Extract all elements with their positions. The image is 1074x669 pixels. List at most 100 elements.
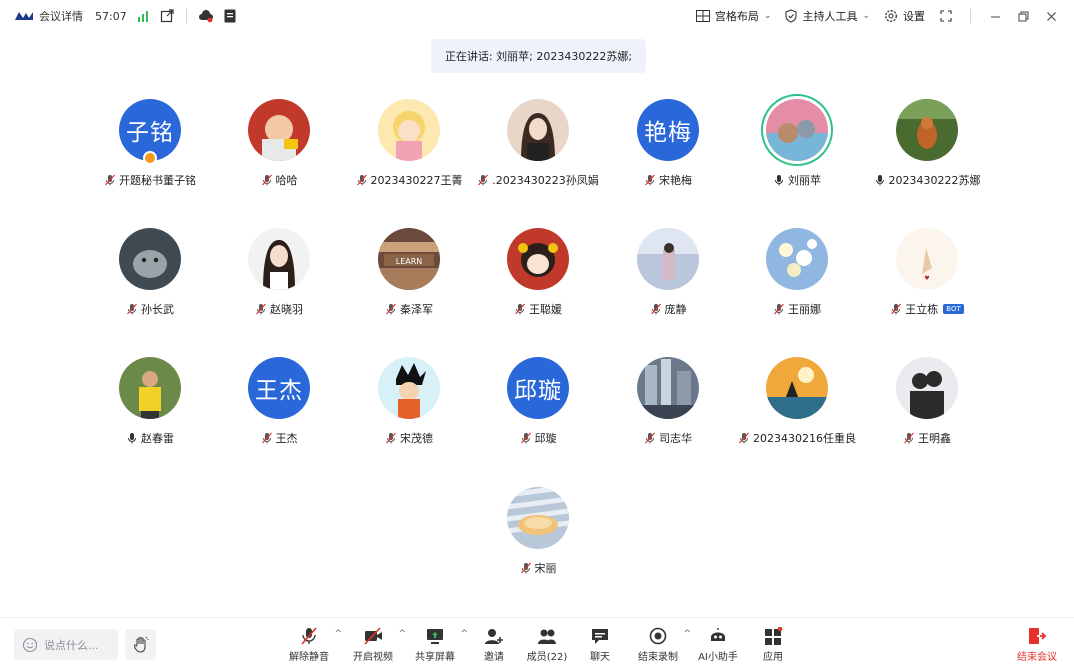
participant-name-row: 王立栋 BOT [837, 301, 1017, 317]
toolbar-button-ai-assistant[interactable]: AI小助手 [698, 627, 738, 663]
participant-name: 庞静 [664, 303, 687, 316]
participant-tile[interactable]: 哈哈 [219, 99, 339, 209]
chat-quick-input[interactable]: 说点什么... [14, 629, 118, 660]
mic-muted-icon [261, 174, 273, 186]
avatar [507, 99, 569, 161]
mic-muted-icon [644, 174, 656, 186]
record-icon [649, 627, 667, 645]
toolbar-button-share-screen[interactable]: 共享屏幕 ^ [415, 627, 468, 663]
chevron-down-icon: ⌄ [763, 11, 772, 21]
raise-hand-button[interactable] [125, 629, 156, 660]
mic-muted-icon [644, 432, 656, 444]
toolbar-button-label: 应用 [763, 652, 783, 663]
participant-name: 王丽娜 [788, 303, 821, 316]
shield-icon [785, 9, 798, 23]
toolbar-button-camera-off[interactable]: 开启视频 ^ [353, 627, 406, 663]
toolbar-button-mic-muted[interactable]: 解除静音 ^ [289, 627, 342, 663]
host-tools-menu[interactable]: 主持人工具 ⌄ [785, 8, 870, 24]
participant-tile[interactable]: 庞静 [608, 228, 728, 338]
mic-muted-icon [520, 562, 532, 574]
emoji-icon [22, 637, 38, 652]
mic-on-icon [126, 432, 138, 444]
svg-text:♥: ♥ [924, 275, 929, 282]
meeting-details-link[interactable]: 会议详情 [39, 8, 83, 24]
avatar [766, 357, 828, 419]
participant-name: 邱璇 [534, 432, 557, 445]
chevron-up-icon[interactable]: ^ [398, 629, 406, 639]
participant-tile[interactable]: 宋丽 [478, 487, 598, 597]
participant-name-row: 2023430222苏娜 [837, 172, 1017, 188]
divider [185, 9, 187, 23]
participant-tile[interactable]: 孙长武 [90, 228, 210, 338]
close-icon[interactable] [1044, 9, 1058, 23]
host-badge-icon [143, 151, 157, 165]
minimize-icon[interactable] [988, 9, 1002, 23]
mic-muted-icon [255, 303, 267, 315]
toolbar-button-record[interactable]: 结束录制 ^ [638, 627, 691, 663]
participant-name: 刘丽苹 [788, 174, 821, 187]
chevron-up-icon[interactable]: ^ [334, 629, 342, 639]
end-meeting-label: 结束会议 [1017, 652, 1057, 663]
layout-menu[interactable]: 宫格布局 ⌄ [695, 8, 772, 24]
cloud-record-icon[interactable] [198, 8, 214, 24]
participant-name: 司志华 [659, 432, 692, 445]
participant-name: 王明鑫 [918, 432, 951, 445]
mic-muted-icon [903, 432, 915, 444]
avatar: LEARN [378, 228, 440, 290]
restore-icon[interactable] [1016, 9, 1030, 23]
participant-tile[interactable]: 刘丽苹 [737, 99, 857, 209]
bottom-toolbar: 说点什么... 解除静音 ^ 开启视频 ^ 共享屏幕 ^ 邀请 成员(22) 聊天 结束录制 ^ AI… [0, 617, 1074, 669]
participant-tile[interactable]: 2023430222苏娜 [867, 99, 987, 209]
toolbar-button-label: 聊天 [590, 652, 610, 663]
chat-placeholder: 说点什么... [44, 638, 99, 652]
participant-tile[interactable]: 赵春雷 [90, 357, 210, 467]
participant-tile[interactable]: 艳梅 宋艳梅 [608, 99, 728, 209]
exit-icon [1029, 628, 1047, 644]
toolbar-button-members[interactable]: 成员(22) [527, 627, 567, 663]
participant-tile[interactable]: 王明鑫 [867, 357, 987, 467]
end-meeting-button[interactable]: 结束会议 [1017, 627, 1057, 663]
divider [970, 9, 971, 23]
svg-text:LEARN: LEARN [396, 257, 423, 266]
participant-name: 赵春雷 [141, 432, 174, 445]
participant-tile[interactable]: 宋茂德 [349, 357, 469, 467]
external-window-icon[interactable] [159, 8, 175, 24]
notes-icon[interactable] [222, 8, 238, 24]
toolbar-button-invite[interactable]: 邀请 [474, 627, 514, 663]
network-signal-icon[interactable] [137, 10, 151, 22]
toolbar-button-apps[interactable]: 应用 [753, 627, 793, 663]
participant-name-row: 宋丽 [448, 560, 628, 576]
participant-tile[interactable]: 2023430216任重良 [737, 357, 857, 467]
fullscreen-icon[interactable] [939, 9, 953, 23]
avatar: 王杰 [248, 357, 310, 419]
chevron-up-icon[interactable]: ^ [683, 629, 691, 639]
settings-label: 设置 [903, 10, 925, 23]
gear-icon [885, 10, 897, 22]
share-screen-icon [427, 629, 443, 644]
participant-tile[interactable]: 王杰 王杰 [219, 357, 339, 467]
meeting-timer: 57:07 [95, 9, 127, 23]
participant-tile[interactable]: .2023430223孙凤娟 [478, 99, 599, 209]
host-tools-label: 主持人工具 [802, 10, 858, 23]
toolbar-button-chat[interactable]: 聊天 [580, 627, 620, 663]
invite-icon [485, 629, 503, 644]
participant-tile[interactable]: 王聪媛 [478, 228, 598, 338]
participant-tile[interactable]: 赵晓羽 [219, 228, 339, 338]
avatar [119, 228, 181, 290]
participant-tile[interactable]: 司志华 [608, 357, 728, 467]
participant-tile[interactable]: 子铭 开题秘书董子铭 [90, 99, 210, 209]
participant-tile[interactable]: 2023430227王菁 [349, 99, 469, 209]
participant-tile[interactable]: 王丽娜 [737, 228, 857, 338]
toolbar-button-label: 邀请 [484, 652, 504, 663]
chevron-up-icon[interactable]: ^ [460, 629, 468, 639]
settings-button[interactable]: 设置 [884, 8, 925, 24]
active-speaker-banner: 正在讲话: 刘丽苹; 2023430222苏娜; [431, 39, 646, 73]
participant-tile[interactable]: LEARN 秦泽军 [349, 228, 469, 338]
avatar [507, 228, 569, 290]
avatar [378, 357, 440, 419]
participant-tile[interactable]: ♥ 王立栋 BOT [867, 228, 987, 338]
mic-on-icon [773, 174, 785, 186]
participant-name: 秦泽军 [400, 303, 433, 316]
mic-muted-icon [385, 303, 397, 315]
participant-tile[interactable]: 邱璇 邱璇 [478, 357, 598, 467]
